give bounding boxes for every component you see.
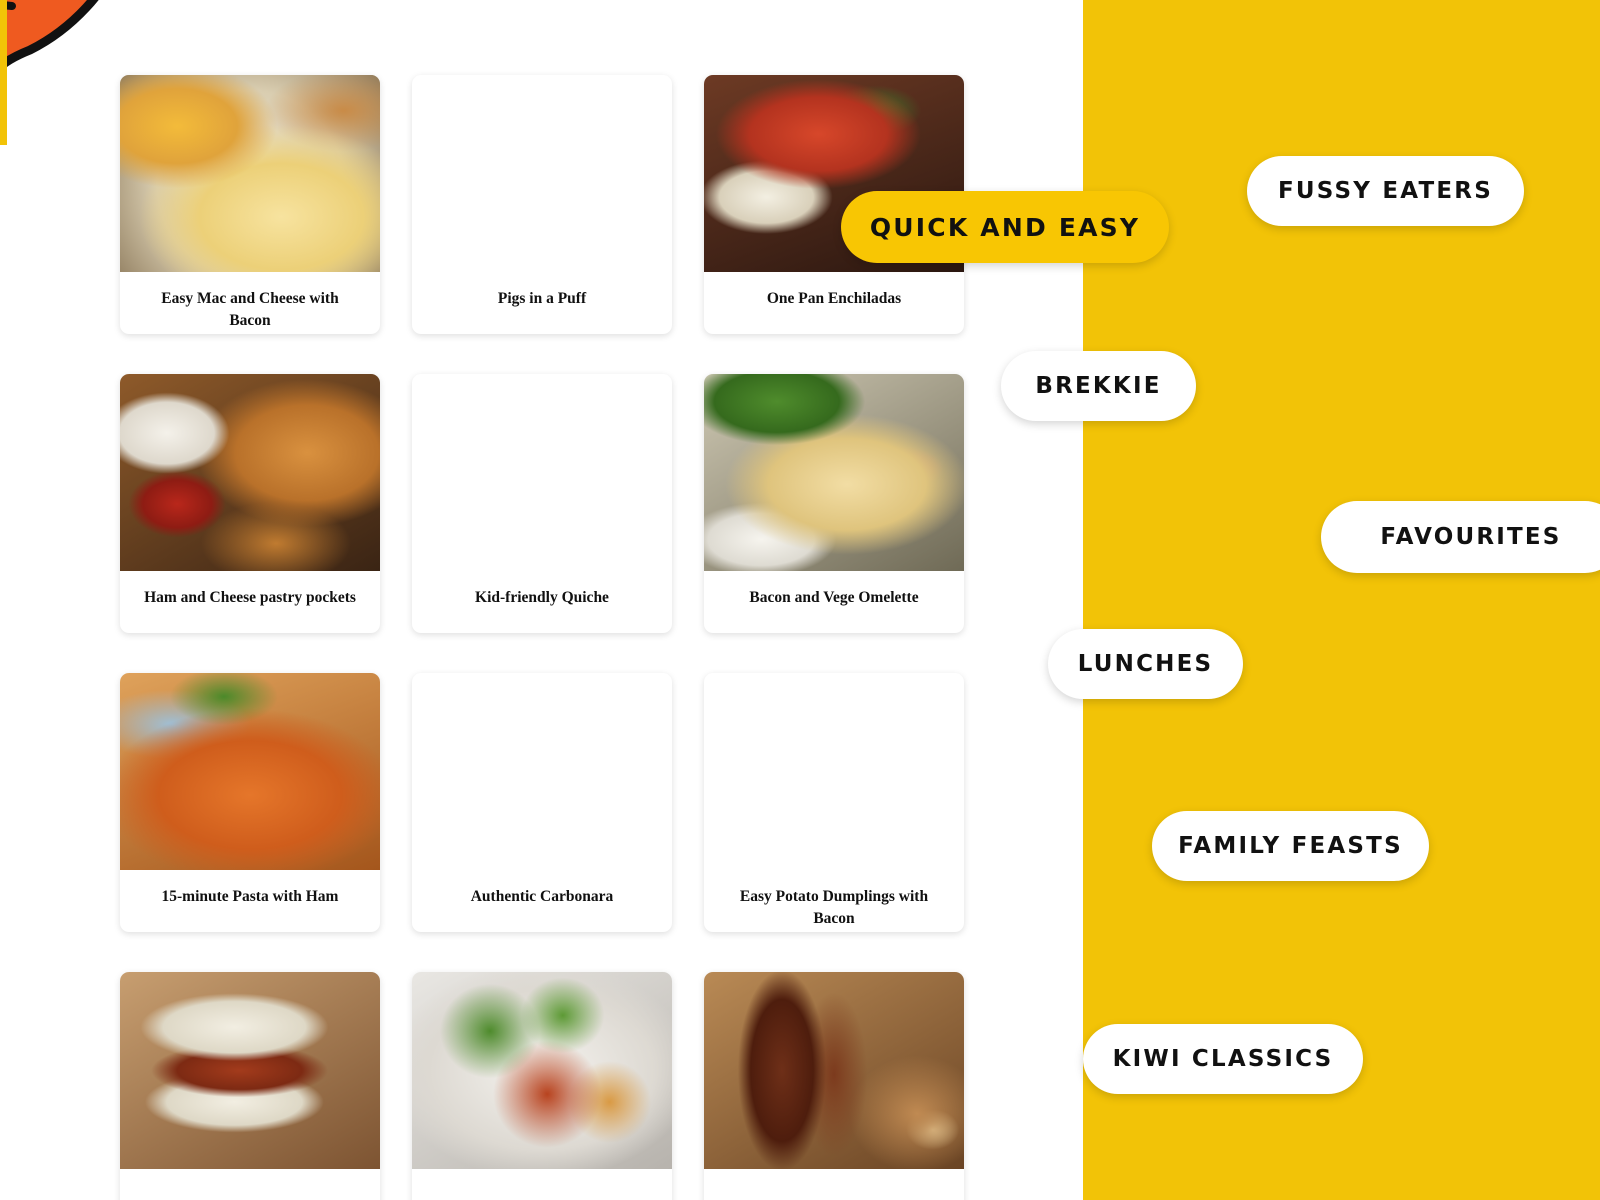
recipe-card[interactable]: Pigs in a Puff — [412, 75, 672, 334]
recipe-title — [412, 1169, 672, 1185]
recipe-card[interactable]: 15-minute Pasta with Ham — [120, 673, 380, 932]
category-pill-brekkie[interactable]: BREKKIE — [1001, 351, 1196, 421]
recipe-image — [120, 75, 380, 272]
category-pill-label: FAVOURITES — [1380, 524, 1562, 550]
category-pill-label: QUICK AND EASY — [869, 212, 1141, 242]
left-edge-strip — [0, 0, 7, 145]
recipe-image — [120, 673, 380, 870]
recipe-image — [412, 673, 672, 870]
recipe-card[interactable]: Kid-friendly Quiche — [412, 374, 672, 633]
category-pill-family-feasts[interactable]: FAMILY FEASTS — [1152, 811, 1429, 881]
category-pill-label: BREKKIE — [1035, 373, 1162, 399]
recipe-title: Easy Mac and Cheese with Bacon — [161, 290, 339, 329]
category-pill-label: FUSSY EATERS — [1278, 178, 1493, 204]
page-root: Easy Mac and Cheese with Bacon Pigs in a… — [0, 0, 1600, 1200]
recipe-grid: Easy Mac and Cheese with Bacon Pigs in a… — [120, 75, 966, 1200]
recipe-card[interactable] — [120, 972, 380, 1200]
recipe-card[interactable]: Easy Mac and Cheese with Bacon — [120, 75, 380, 334]
recipe-image — [412, 374, 672, 571]
category-pill-fussy-eaters[interactable]: FUSSY EATERS — [1247, 156, 1524, 226]
recipe-title — [704, 1169, 964, 1185]
category-pill-label: LUNCHES — [1077, 651, 1214, 677]
recipe-title: Bacon and Vege Omelette — [749, 589, 919, 606]
category-pill-kiwi-classics[interactable]: KIWI CLASSICS — [1083, 1024, 1363, 1094]
recipe-image — [412, 75, 672, 272]
category-pill-favourites[interactable]: FAVOURITES — [1321, 501, 1600, 573]
recipe-title: Easy Potato Dumplings with Bacon — [739, 888, 929, 927]
recipe-card[interactable]: Ham and Cheese pastry pockets — [120, 374, 380, 633]
recipe-title: Ham and Cheese pastry pockets — [144, 589, 356, 606]
recipe-image — [120, 972, 380, 1169]
recipe-card[interactable]: Bacon and Vege Omelette — [704, 374, 964, 633]
recipe-title: Authentic Carbonara — [470, 888, 614, 905]
recipe-title: 15-minute Pasta with Ham — [161, 888, 339, 905]
recipe-card[interactable]: Easy Potato Dumplings with Bacon — [704, 673, 964, 932]
recipe-image — [704, 673, 964, 870]
recipe-image — [412, 972, 672, 1169]
recipe-card[interactable] — [704, 972, 964, 1200]
category-pill-label: KIWI CLASSICS — [1112, 1046, 1334, 1072]
recipe-title: Kid-friendly Quiche — [475, 589, 609, 606]
recipe-image — [704, 972, 964, 1169]
recipe-title: Pigs in a Puff — [497, 290, 587, 307]
recipe-title — [120, 1169, 380, 1185]
recipe-image — [704, 374, 964, 571]
recipe-title: One Pan Enchiladas — [766, 290, 902, 307]
category-pill-label: FAMILY FEASTS — [1178, 833, 1403, 859]
category-pill-lunches[interactable]: LUNCHES — [1048, 629, 1243, 699]
recipe-card[interactable]: Authentic Carbonara — [412, 673, 672, 932]
recipe-image — [120, 374, 380, 571]
category-pill-quick-and-easy[interactable]: QUICK AND EASY — [841, 191, 1169, 263]
recipe-card[interactable] — [412, 972, 672, 1200]
